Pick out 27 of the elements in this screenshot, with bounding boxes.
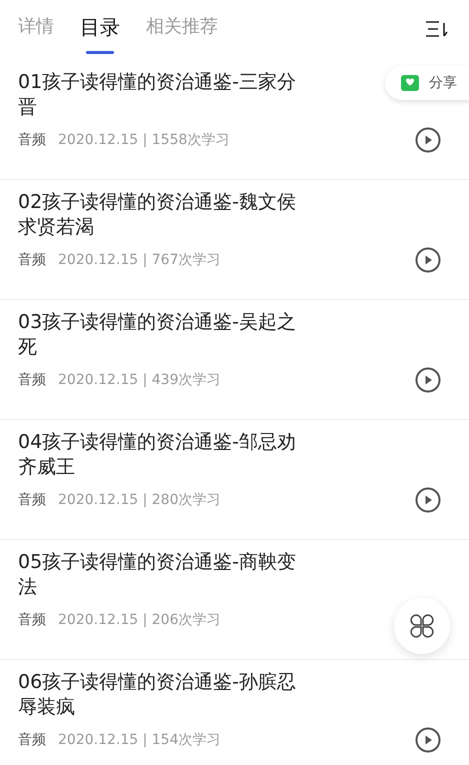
episode-info: 2020.12.15 | 280次学习	[58, 491, 220, 509]
episode-info: 2020.12.15 | 1558次学习	[58, 131, 230, 149]
play-icon[interactable]	[415, 367, 441, 393]
media-type: 音频	[18, 731, 46, 749]
episode-title[interactable]: 02孩子读得懂的资治通鉴-魏文侯求贤若渴	[18, 190, 308, 240]
episode-info: 2020.12.15 | 767次学习	[58, 251, 220, 269]
episode-info: 2020.12.15 | 206次学习	[58, 611, 220, 629]
media-type: 音频	[18, 491, 46, 509]
sort-icon[interactable]	[425, 20, 449, 38]
tab[interactable]: 目录	[80, 14, 120, 54]
share-button[interactable]: 分享	[385, 66, 469, 100]
episode-title[interactable]: 03孩子读得懂的资治通鉴-吴起之死	[18, 310, 308, 360]
episode-info: 2020.12.15 | 154次学习	[58, 731, 220, 749]
play-icon[interactable]	[415, 727, 441, 753]
media-type: 音频	[18, 251, 46, 269]
media-type: 音频	[18, 611, 46, 629]
play-icon[interactable]	[415, 487, 441, 513]
play-icon[interactable]	[415, 247, 441, 273]
media-type: 音频	[18, 131, 46, 149]
play-icon[interactable]	[415, 127, 441, 153]
episode-info: 2020.12.15 | 439次学习	[58, 371, 220, 389]
episode-title[interactable]: 06孩子读得懂的资治通鉴-孙膑忍辱装疯	[18, 670, 308, 720]
episode-title[interactable]: 05孩子读得懂的资治通鉴-商鞅变法	[18, 550, 308, 600]
media-type: 音频	[18, 371, 46, 389]
episode-title[interactable]: 04孩子读得懂的资治通鉴-邹忌劝齐威王	[18, 430, 308, 480]
episode-title[interactable]: 01孩子读得懂的资治通鉴-三家分晋	[18, 70, 308, 120]
clover-icon	[408, 612, 436, 640]
